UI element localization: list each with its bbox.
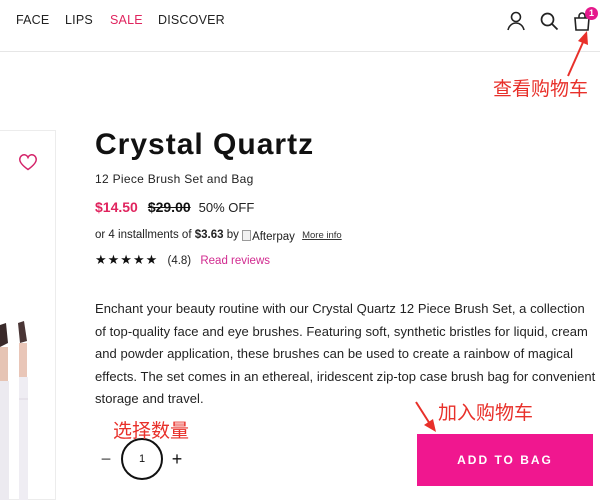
more-info-link[interactable]: More info: [302, 230, 342, 241]
installments-info: or 4 installments of $3.63 by Afterpay M…: [95, 229, 342, 243]
annotation-view-cart: 查看购物车: [493, 78, 589, 100]
nav-link-face[interactable]: FACE: [16, 13, 49, 27]
search-icon[interactable]: [538, 10, 560, 32]
installments-by: by: [226, 229, 239, 241]
quantity-decrease-button[interactable]: −: [98, 447, 114, 471]
cart-count-badge: 1: [585, 7, 598, 20]
nav-link-lips[interactable]: LIPS: [65, 13, 93, 27]
quantity-input[interactable]: [121, 438, 163, 480]
product-image[interactable]: [0, 130, 56, 500]
product-title: Crystal Quartz: [95, 128, 315, 161]
installments-prefix: or 4 installments of: [95, 229, 192, 241]
rating-value: (4.8): [167, 255, 192, 267]
nav-link-discover[interactable]: DISCOVER: [158, 13, 225, 27]
original-price: $29.00: [147, 199, 191, 215]
add-to-bag-button[interactable]: ADD TO BAG: [417, 434, 593, 486]
broken-image-icon: [242, 230, 252, 241]
brush-set-photo: [0, 319, 30, 500]
annotation-add-to-cart: 加入购物车: [438, 402, 534, 424]
account-icon[interactable]: [505, 10, 527, 32]
quantity-increase-button[interactable]: +: [169, 447, 185, 471]
top-navigation: FACE LIPS SALE DISCOVER 1: [0, 0, 600, 52]
star-rating-icon: ★★★★★: [95, 252, 159, 267]
shopping-bag-icon[interactable]: 1: [571, 7, 598, 32]
discount-label: 50% OFF: [198, 200, 255, 215]
afterpay-logo: Afterpay: [242, 230, 295, 243]
installments-amount: $3.63: [194, 229, 224, 241]
heart-icon[interactable]: [18, 153, 38, 171]
price-row: $14.50 $29.00 50% OFF: [95, 199, 254, 219]
read-reviews-link[interactable]: Read reviews: [200, 255, 270, 267]
annotation-select-quantity: 选择数量: [113, 420, 190, 442]
afterpay-label: Afterpay: [252, 231, 295, 243]
product-description: Enchant your beauty routine with our Cry…: [95, 301, 596, 406]
rating-row: ★★★★★ (4.8) Read reviews: [95, 252, 270, 268]
product-subtitle: 12 Piece Brush Set and Bag: [95, 172, 254, 186]
nav-link-sale[interactable]: SALE: [110, 13, 143, 27]
sale-price: $14.50: [95, 199, 138, 215]
